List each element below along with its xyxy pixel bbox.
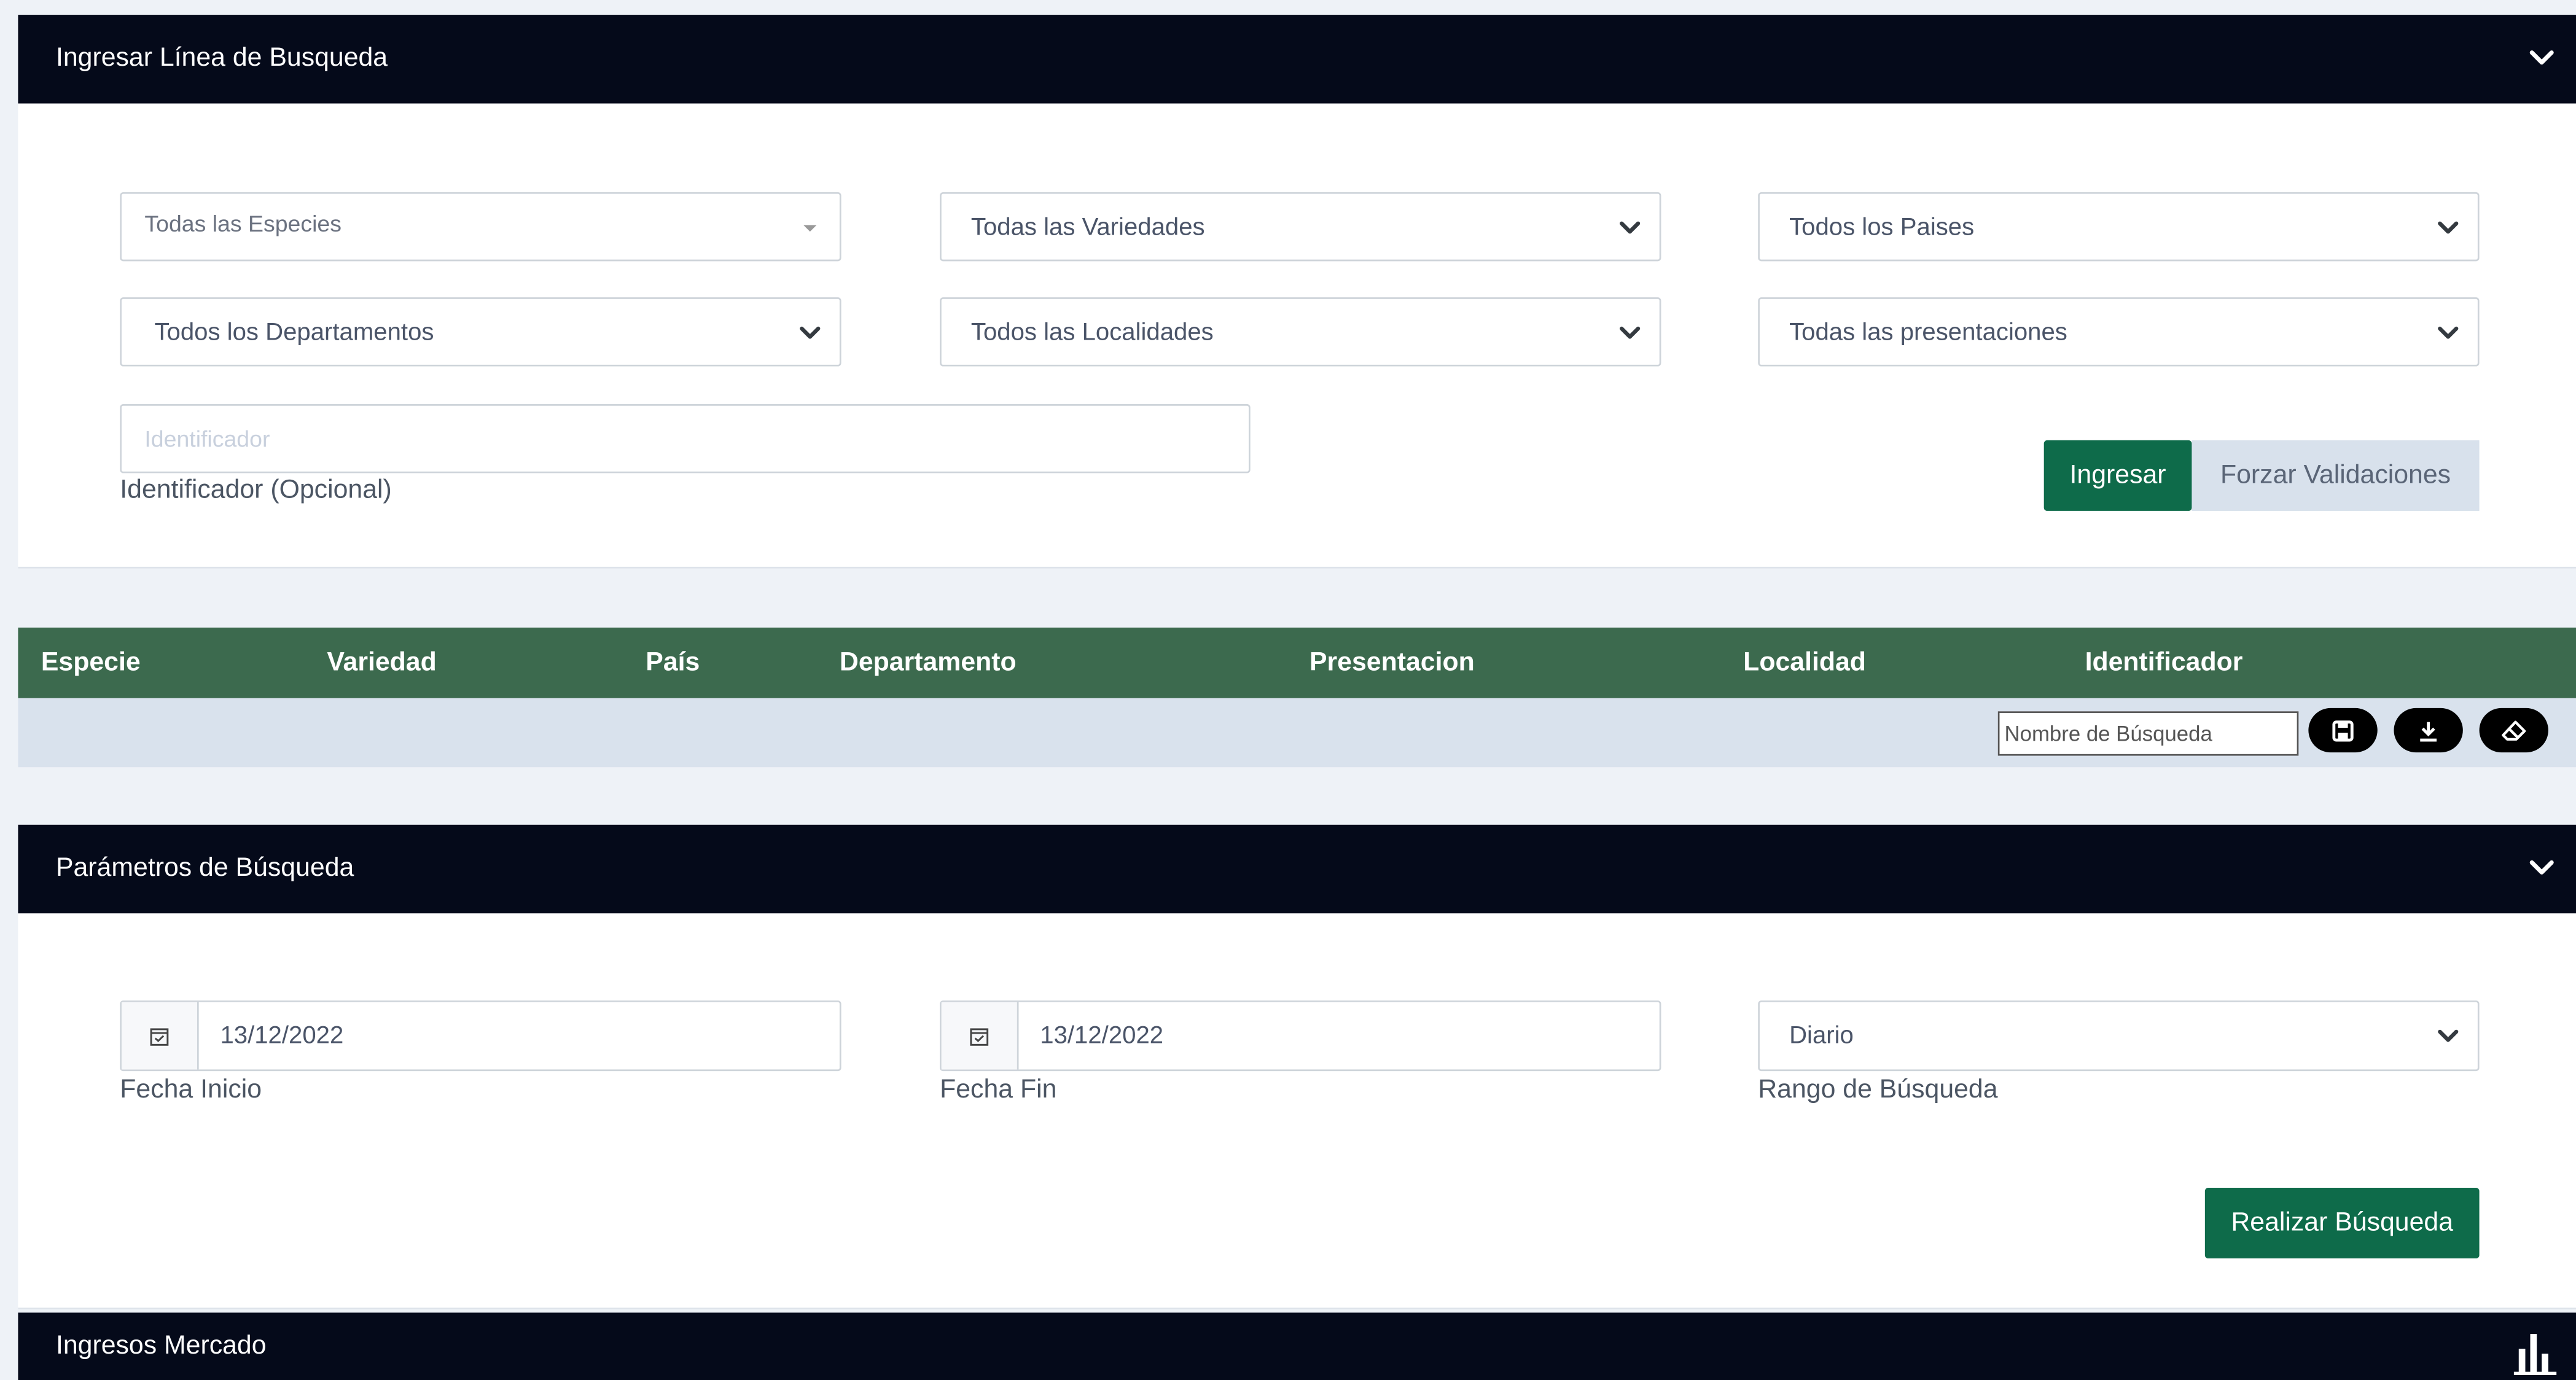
eraser-icon [2502,720,2526,740]
fecha-fin-value: 13/12/2022 [1040,1021,1164,1050]
presentaciones-select-value: Todas las presentaciones [1789,318,2067,346]
market-header[interactable]: Ingresos Mercado [18,1312,2576,1380]
page: Ingresar Línea de Busqueda Todas las Esp… [0,0,2576,1380]
rango-select[interactable]: Diario [1758,1000,2480,1072]
chevron-down-icon[interactable] [2527,43,2556,72]
market-title: Ingresos Mercado [55,1331,267,1360]
save-search-button[interactable] [2308,708,2378,753]
chevron-down-icon [1620,221,1641,234]
fecha-inicio-value: 13/12/2022 [220,1021,344,1050]
column-header-departamento[interactable]: Departamento [840,649,1017,679]
params-header[interactable]: Parámetros de Búsqueda [18,824,2576,914]
save-icon [2332,719,2354,741]
identificador-label: Identificador (Opcional) [120,476,392,505]
localidades-select-value: Todos las Localidades [970,318,1214,346]
calendar-check-icon [150,1027,169,1045]
table-toolbar [18,698,2576,768]
params-body: 13/12/2022 Fecha Inicio 13/12/2022 Fecha… [18,913,2576,1309]
rango-select-value: Diario [1789,1021,1854,1050]
search-name-input[interactable] [1997,711,2299,756]
column-header-identificador[interactable]: Identificador [2085,649,2243,679]
column-header-pais[interactable]: País [646,649,700,679]
chevron-down-icon [2438,221,2459,234]
caret-down-icon [803,225,817,232]
download-icon [2420,721,2437,741]
chevron-down-icon [1620,326,1641,339]
column-header-presentacion[interactable]: Presentacion [1309,649,1475,679]
paises-select-value: Todos los Paises [1789,212,1975,241]
fecha-inicio-label: Fecha Inicio [120,1076,262,1104]
variedades-select-value: Todas las Variedades [970,212,1205,241]
identificador-input[interactable] [120,404,1251,474]
presentaciones-select[interactable]: Todas las presentaciones [1758,297,2480,367]
search-lines-table-header: Especie Variedad País Departamento Prese… [18,627,2576,698]
params-title: Parámetros de Búsqueda [55,854,354,883]
especies-select[interactable]: Todas las Especies [120,192,841,262]
chevron-down-icon[interactable] [2527,852,2556,882]
especies-select-value: Todas las Especies [144,210,342,237]
chevron-down-icon [2438,1029,2459,1042]
column-header-especie[interactable]: Especie [41,649,141,679]
localidades-select[interactable]: Todos las Localidades [940,297,1661,367]
realizar-busqueda-button[interactable]: Realizar Búsqueda [2204,1188,2480,1259]
paises-select[interactable]: Todos los Paises [1758,192,2480,262]
search-line-body: Todas las Especies Todas las Variedades … [18,103,2576,569]
chevron-down-icon [800,326,821,339]
download-button[interactable] [2394,708,2463,753]
fecha-fin-field[interactable]: 13/12/2022 [940,1000,1661,1072]
clear-button[interactable] [2479,708,2548,753]
chevron-down-icon [2438,326,2459,339]
calendar-addon[interactable] [941,1002,1019,1070]
calendar-addon[interactable] [121,1002,199,1070]
search-line-header[interactable]: Ingresar Línea de Busqueda [18,15,2576,104]
calendar-check-icon [970,1027,989,1045]
rango-label: Rango de Búsqueda [1758,1076,1998,1104]
search-line-title: Ingresar Línea de Busqueda [55,44,388,72]
departamentos-select-value: Todos los Departamentos [154,318,434,346]
forzar-validaciones-button[interactable]: Forzar Validaciones [2192,440,2480,511]
fecha-fin-label: Fecha Fin [940,1076,1057,1104]
fecha-inicio-field[interactable]: 13/12/2022 [120,1000,841,1072]
column-header-variedad[interactable]: Variedad [327,649,436,679]
variedades-select[interactable]: Todas las Variedades [940,192,1661,262]
column-header-localidad[interactable]: Localidad [1743,649,1866,679]
bar-chart-icon[interactable] [2513,1329,2557,1375]
departamentos-select[interactable]: Todos los Departamentos [120,297,841,367]
ingresar-button[interactable]: Ingresar [2043,440,2192,511]
